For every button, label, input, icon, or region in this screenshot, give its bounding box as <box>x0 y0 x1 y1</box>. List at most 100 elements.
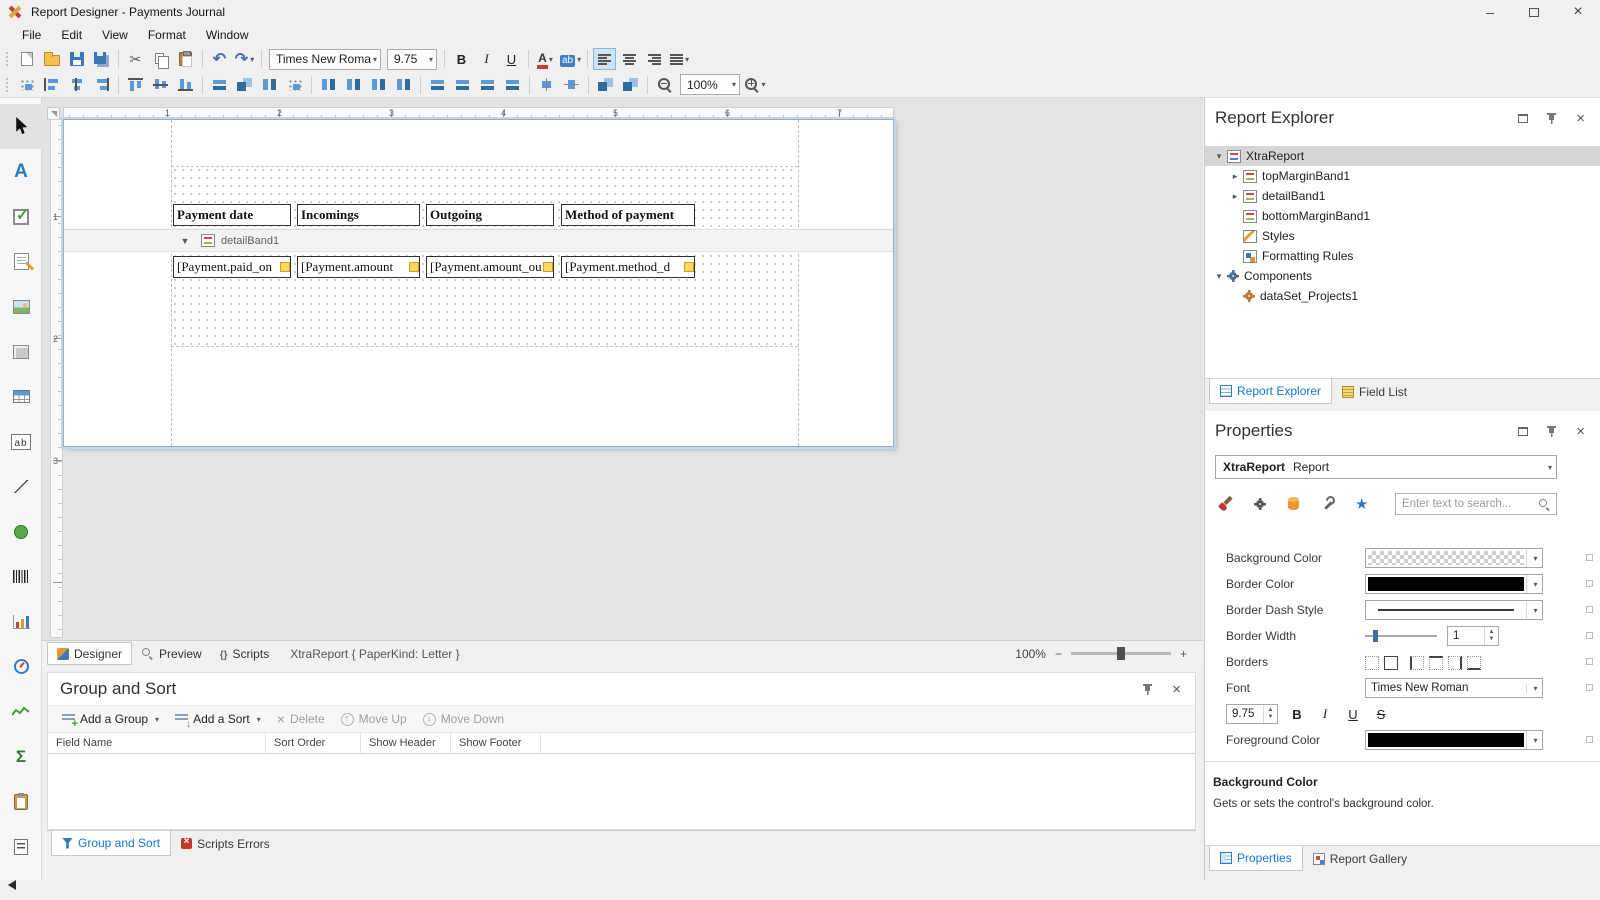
align-to-grid-button[interactable] <box>15 74 38 96</box>
column-header-show-header[interactable]: Show Header <box>361 733 451 753</box>
tool-check-box[interactable] <box>0 194 42 239</box>
align-center-button[interactable] <box>618 48 641 70</box>
menu-file[interactable]: File <box>12 26 51 44</box>
menu-edit[interactable]: Edit <box>51 26 92 44</box>
zoom-slider[interactable] <box>1071 652 1171 655</box>
data-category-icon[interactable] <box>1287 497 1300 511</box>
chevron-right-icon[interactable]: ▸ <box>1227 191 1243 202</box>
minimize-button[interactable] <box>1468 0 1512 24</box>
smart-tag-icon[interactable] <box>684 262 694 272</box>
tree-item-detail-band[interactable]: ▸ detailBand1 <box>1205 186 1600 206</box>
send-to-back-button[interactable] <box>619 74 642 96</box>
chevron-down-icon[interactable]: ▾ <box>1526 601 1542 619</box>
property-marker[interactable] <box>1586 632 1593 639</box>
detail-band-strip[interactable]: ▼ detailBand1 <box>64 229 893 252</box>
tree-item-top-margin-band[interactable]: ▸ topMarginBand1 <box>1205 166 1600 186</box>
tool-shape[interactable] <box>0 509 42 554</box>
equal-vertical-spacing-button[interactable] <box>426 74 449 96</box>
collapse-band-icon[interactable]: ▼ <box>177 236 193 246</box>
save-button[interactable] <box>65 48 88 70</box>
table-header-cell[interactable]: Method of payment <box>561 204 695 226</box>
move-up-button[interactable]: Move Up <box>333 707 415 731</box>
tab-properties[interactable]: Properties <box>1209 846 1303 871</box>
toolbar-grip[interactable] <box>5 77 10 93</box>
tool-barcode[interactable] <box>0 554 42 599</box>
tree-item-formatting-rules[interactable]: Formatting Rules <box>1205 246 1600 266</box>
column-header-field-name[interactable]: Field Name <box>48 733 266 753</box>
search-input[interactable] <box>1402 498 1538 510</box>
border-width-slider[interactable] <box>1365 635 1437 637</box>
tool-line[interactable] <box>0 464 42 509</box>
report-page[interactable]: Payment date Incomings Outgoing Method o… <box>63 119 894 447</box>
border-bottom-toggle[interactable] <box>1467 656 1481 670</box>
new-report-button[interactable] <box>15 48 38 70</box>
align-rights-button[interactable] <box>90 74 113 96</box>
border-width-spinner[interactable]: 1▲▼ <box>1447 626 1499 646</box>
favorites-category-icon[interactable] <box>1355 495 1368 513</box>
make-same-height-button[interactable] <box>258 74 281 96</box>
maximize-panel-icon[interactable] <box>1518 427 1528 436</box>
align-tops-button[interactable] <box>124 74 147 96</box>
data-bound-cell[interactable]: [Payment.amount <box>297 256 420 278</box>
center-vertically-button[interactable] <box>560 74 583 96</box>
underline-toggle[interactable]: U <box>1344 707 1362 722</box>
spinner-arrows[interactable]: ▲▼ <box>1263 705 1277 723</box>
italic-button[interactable]: I <box>475 48 498 70</box>
decrease-vertical-spacing-button[interactable] <box>476 74 499 96</box>
pin-icon[interactable] <box>1142 683 1154 696</box>
close-button[interactable] <box>1556 0 1600 24</box>
tool-page-info[interactable] <box>0 779 42 824</box>
property-marker[interactable] <box>1586 736 1593 743</box>
zoom-out-slider-button[interactable]: − <box>1055 647 1062 661</box>
border-all-toggle[interactable] <box>1384 656 1398 670</box>
property-marker[interactable] <box>1586 554 1593 561</box>
tab-scripts-errors[interactable]: Scripts Errors <box>171 831 280 856</box>
object-selector-combo[interactable]: XtraReport Report ▾ <box>1215 455 1557 479</box>
tree-item-bottom-margin-band[interactable]: bottomMarginBand1 <box>1205 206 1600 226</box>
font-color-button[interactable]: ▾ <box>534 48 557 70</box>
highlight-button[interactable]: ▾ <box>559 48 582 70</box>
tool-table-of-contents[interactable] <box>0 824 42 869</box>
tab-preview[interactable]: Preview <box>132 642 211 665</box>
align-centers-button[interactable] <box>65 74 88 96</box>
maximize-panel-icon[interactable] <box>1518 114 1528 123</box>
underline-button[interactable]: U <box>500 48 523 70</box>
cut-button[interactable] <box>124 48 147 70</box>
chevron-down-icon[interactable]: ▾ <box>1526 731 1542 749</box>
close-icon[interactable] <box>1576 424 1585 439</box>
toolbar-grip[interactable] <box>5 51 10 67</box>
align-middles-button[interactable] <box>149 74 172 96</box>
appearance-category-icon[interactable] <box>1219 497 1233 511</box>
data-bound-cell[interactable]: [Payment.method_d <box>561 256 695 278</box>
tool-panel[interactable] <box>0 329 42 374</box>
chevron-down-icon[interactable]: ▾ <box>1211 271 1227 282</box>
tab-report-gallery[interactable]: Report Gallery <box>1303 846 1417 871</box>
smart-tag-icon[interactable] <box>543 262 553 272</box>
table-header-cell[interactable]: Incomings <box>297 204 420 226</box>
smart-tag-icon[interactable] <box>280 262 290 272</box>
chevron-down-icon[interactable]: ▾ <box>1211 151 1227 162</box>
column-header-sort-order[interactable]: Sort Order <box>266 733 361 753</box>
tree-item-components[interactable]: ▾ Components <box>1205 266 1600 286</box>
chevron-right-icon[interactable]: ▸ <box>1227 171 1243 182</box>
add-a-group-button[interactable]: Add a Group▾ <box>54 707 167 731</box>
property-marker[interactable] <box>1586 580 1593 587</box>
tool-picture-box[interactable] <box>0 284 42 329</box>
pin-icon[interactable] <box>1546 425 1558 438</box>
align-lefts-button[interactable] <box>40 74 63 96</box>
zoom-out-button[interactable] <box>653 74 676 96</box>
close-icon[interactable] <box>1172 682 1181 697</box>
tab-scripts[interactable]: Scripts <box>211 642 278 665</box>
tab-group-and-sort[interactable]: Group and Sort <box>51 831 171 856</box>
font-size-spinner[interactable]: 9.75▲▼ <box>1226 704 1278 724</box>
tree-item-dataset[interactable]: dataSet_Projects1 <box>1205 286 1600 306</box>
foreground-color-editor[interactable]: ▾ <box>1365 730 1543 750</box>
column-header-show-footer[interactable]: Show Footer <box>451 733 541 753</box>
redo-button[interactable]: ▾ <box>233 48 256 70</box>
pin-icon[interactable] <box>1546 112 1558 125</box>
spinner-arrows[interactable]: ▲▼ <box>1484 627 1498 645</box>
border-top-toggle[interactable] <box>1429 656 1443 670</box>
tab-report-explorer[interactable]: Report Explorer <box>1209 379 1332 404</box>
equal-horizontal-spacing-button[interactable] <box>317 74 340 96</box>
zoom-slider-handle[interactable] <box>1117 647 1125 660</box>
